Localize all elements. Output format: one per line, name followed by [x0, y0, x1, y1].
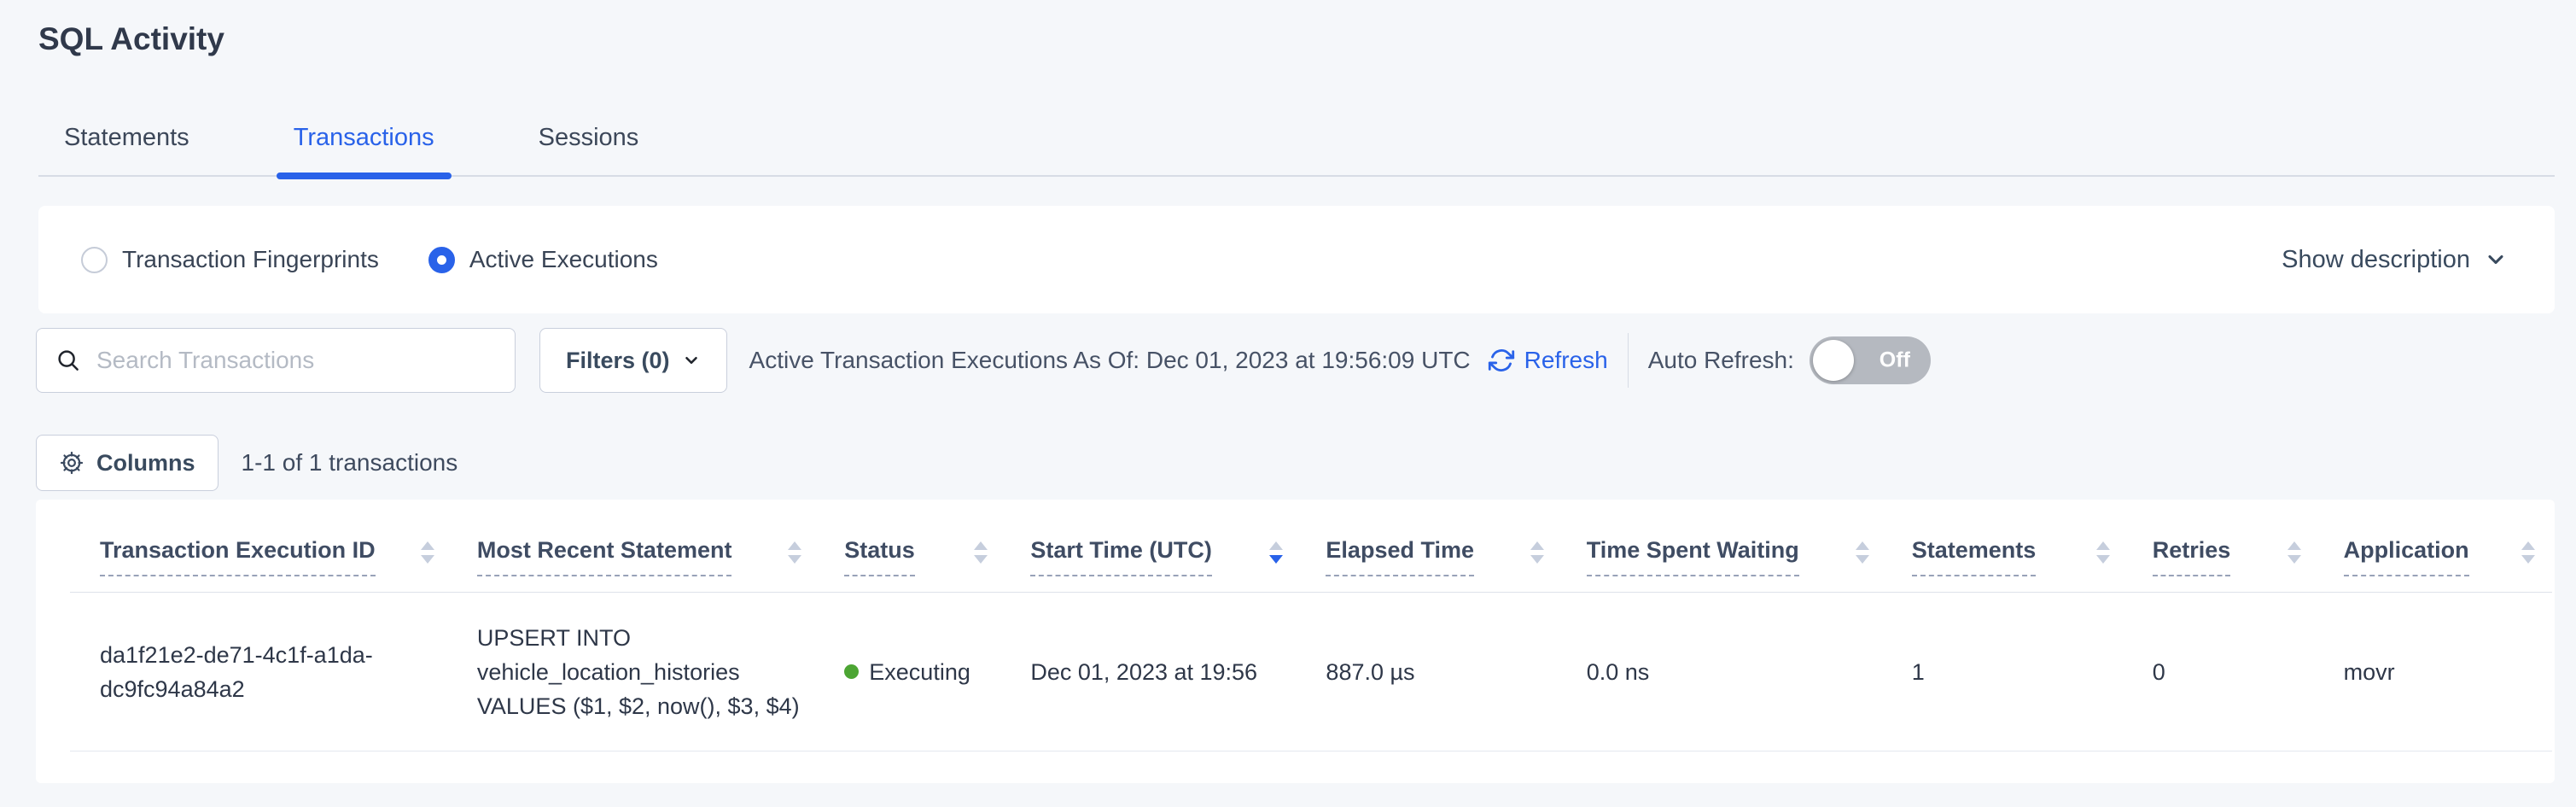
- cell-start-time: Dec 01, 2023 at 19:56: [1030, 593, 1326, 751]
- tab-sessions[interactable]: Sessions: [513, 124, 665, 175]
- columns-label: Columns: [96, 450, 195, 477]
- cell-most-recent-statement: UPSERT INTO vehicle_location_histories V…: [477, 593, 844, 751]
- status-executing-dot-icon: [844, 664, 859, 679]
- auto-refresh-control: Auto Refresh: Off: [1648, 336, 1931, 384]
- radio-label: Active Executions: [469, 246, 658, 273]
- sort-icon[interactable]: [974, 541, 988, 564]
- column-label[interactable]: Elapsed Time: [1326, 537, 1474, 576]
- cell-transaction-execution-id[interactable]: da1f21e2-de71-4c1f-a1da-dc9fc94a84a2: [70, 593, 477, 751]
- cell-application: movr: [2344, 593, 2552, 751]
- cell-time-spent-waiting: 0.0 ns: [1587, 593, 1912, 751]
- radio-active-executions[interactable]: Active Executions: [428, 246, 658, 273]
- tab-statements[interactable]: Statements: [38, 124, 215, 175]
- search-input[interactable]: [96, 347, 496, 374]
- sort-icon[interactable]: [1856, 541, 1869, 564]
- table-row[interactable]: da1f21e2-de71-4c1f-a1da-dc9fc94a84a2 UPS…: [70, 593, 2552, 751]
- refresh-icon: [1488, 347, 1515, 374]
- radio-unselected-icon[interactable]: [81, 247, 108, 273]
- auto-refresh-toggle[interactable]: Off: [1810, 336, 1931, 384]
- cell-retries: 0: [2153, 593, 2344, 751]
- gear-icon: [59, 450, 85, 476]
- as-of-text: Active Transaction Executions As Of: Dec…: [749, 347, 1471, 374]
- column-header-transaction-execution-id[interactable]: Transaction Execution ID: [70, 500, 477, 593]
- view-mode-radio-group: Transaction Fingerprints Active Executio…: [81, 246, 658, 273]
- tab-transactions[interactable]: Transactions: [268, 124, 460, 175]
- sort-icon[interactable]: [2288, 541, 2301, 564]
- radio-selected-icon[interactable]: [428, 247, 455, 273]
- column-label[interactable]: Time Spent Waiting: [1587, 537, 1799, 576]
- column-header-retries[interactable]: Retries: [2153, 500, 2344, 593]
- radio-label: Transaction Fingerprints: [122, 246, 379, 273]
- search-box[interactable]: [36, 328, 516, 393]
- status-label: Executing: [869, 655, 970, 689]
- column-label[interactable]: Transaction Execution ID: [100, 537, 376, 576]
- table-toolbar: Columns 1-1 of 1 transactions: [36, 435, 2555, 491]
- cell-status: Executing: [844, 593, 1030, 751]
- column-label[interactable]: Retries: [2153, 537, 2231, 576]
- cell-elapsed-time: 887.0 µs: [1326, 593, 1586, 751]
- sort-icon[interactable]: [421, 541, 434, 564]
- toggle-state-label: Off: [1880, 348, 1910, 373]
- search-icon: [55, 348, 81, 373]
- refresh-button[interactable]: Refresh: [1488, 347, 1608, 374]
- toolbar: Filters (0) Active Transaction Execution…: [36, 326, 2555, 395]
- sort-icon[interactable]: [2521, 541, 2535, 564]
- sort-icon-active-desc[interactable]: [1269, 541, 1283, 564]
- column-label[interactable]: Status: [844, 537, 915, 576]
- column-header-time-spent-waiting[interactable]: Time Spent Waiting: [1587, 500, 1912, 593]
- toolbar-divider: [1628, 333, 1629, 388]
- show-description-toggle[interactable]: Show description: [2282, 246, 2508, 274]
- show-description-label: Show description: [2282, 246, 2470, 274]
- column-header-statements[interactable]: Statements: [1912, 500, 2153, 593]
- results-count: 1-1 of 1 transactions: [242, 449, 458, 477]
- transactions-table: Transaction Execution ID Most Recent Sta…: [70, 500, 2552, 751]
- column-header-status[interactable]: Status: [844, 500, 1030, 593]
- cell-statements: 1: [1912, 593, 2153, 751]
- column-label[interactable]: Most Recent Statement: [477, 537, 732, 576]
- auto-refresh-label: Auto Refresh:: [1648, 347, 1794, 374]
- sort-icon[interactable]: [1530, 541, 1544, 564]
- column-header-start-time[interactable]: Start Time (UTC): [1030, 500, 1326, 593]
- column-header-most-recent-statement[interactable]: Most Recent Statement: [477, 500, 844, 593]
- column-header-application[interactable]: Application: [2344, 500, 2552, 593]
- table-header-row: Transaction Execution ID Most Recent Sta…: [70, 500, 2552, 593]
- filters-label: Filters (0): [566, 348, 670, 374]
- chevron-down-icon: [682, 351, 701, 370]
- chevron-down-icon: [2484, 248, 2508, 272]
- view-mode-card: Transaction Fingerprints Active Executio…: [38, 206, 2555, 313]
- column-header-elapsed-time[interactable]: Elapsed Time: [1326, 500, 1586, 593]
- page-title: SQL Activity: [38, 21, 2555, 57]
- radio-transaction-fingerprints[interactable]: Transaction Fingerprints: [81, 246, 379, 273]
- toggle-knob[interactable]: [1813, 340, 1854, 381]
- sort-icon[interactable]: [788, 541, 801, 564]
- column-label[interactable]: Application: [2344, 537, 2469, 576]
- column-label[interactable]: Statements: [1912, 537, 2037, 576]
- refresh-label: Refresh: [1524, 347, 1608, 374]
- columns-button[interactable]: Columns: [36, 435, 219, 491]
- column-label[interactable]: Start Time (UTC): [1030, 537, 1212, 576]
- filters-button[interactable]: Filters (0): [539, 328, 727, 393]
- transactions-table-card: Transaction Execution ID Most Recent Sta…: [36, 500, 2555, 783]
- sort-icon[interactable]: [2096, 541, 2110, 564]
- tab-bar: Statements Transactions Sessions: [38, 124, 2555, 177]
